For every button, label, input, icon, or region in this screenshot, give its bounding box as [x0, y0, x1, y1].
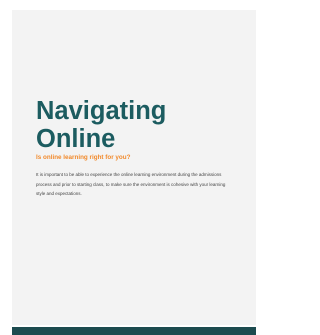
footer-band: [12, 327, 256, 335]
document-subtitle: Is online learning right for you?: [36, 154, 131, 161]
title-line-1: Navigating: [36, 97, 167, 125]
document-page: Navigating Online Is online learning rig…: [0, 0, 266, 335]
cover-panel: [12, 10, 256, 325]
document-title: Navigating Online: [36, 97, 166, 153]
title-line-2: Online: [36, 125, 116, 153]
intro-paragraph: It is important to be able to experience…: [36, 172, 226, 196]
